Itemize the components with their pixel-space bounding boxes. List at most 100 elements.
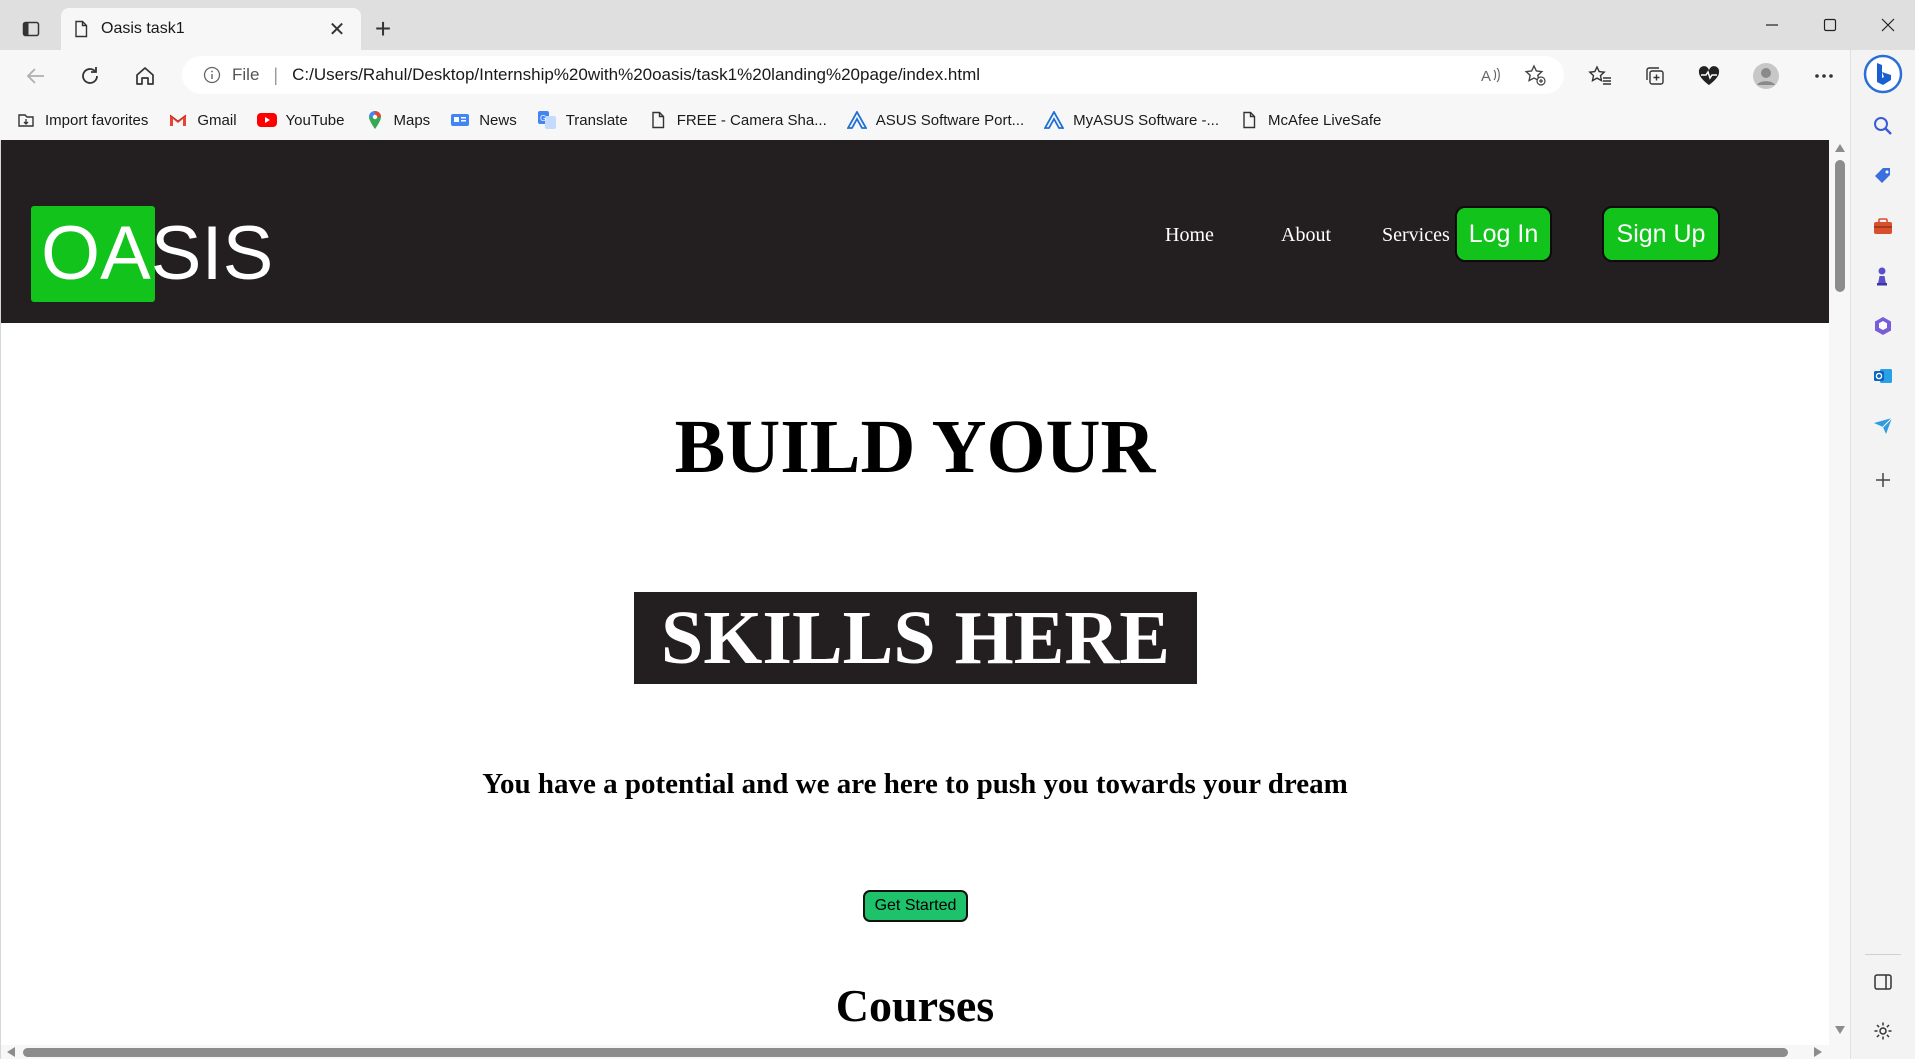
favorite-label: McAfee LiveSafe: [1268, 111, 1382, 129]
sidebar-search-button[interactable]: [1863, 106, 1903, 146]
minimize-button[interactable]: [1744, 8, 1800, 42]
hero-heading-highlight: SKILLS HERE: [634, 592, 1197, 684]
import-favorites-icon: [16, 110, 36, 130]
scroll-right-arrow[interactable]: [1814, 1047, 1822, 1057]
hero-tagline: You have a potential and we are here to …: [482, 768, 1348, 800]
refresh-button[interactable]: [72, 58, 108, 94]
favorite-myasus-software[interactable]: MyASUS Software -...: [1044, 110, 1219, 130]
url-text[interactable]: C:/Users/Rahul/Desktop/Internship%20with…: [292, 65, 980, 85]
page-viewport: OASIS Home About Services Log In Sign Up…: [0, 140, 1850, 1059]
sidebar-games-button[interactable]: [1863, 256, 1903, 296]
sidebar-divider: [1865, 954, 1901, 955]
login-button[interactable]: Log In: [1455, 206, 1552, 262]
hero-heading-line-1: BUILD YOUR: [674, 405, 1156, 489]
favorites-icon: [1588, 65, 1611, 85]
favorite-asus-software-port[interactable]: ASUS Software Port...: [846, 110, 1025, 130]
sidebar-shopping-button[interactable]: [1863, 156, 1903, 196]
browser-essentials-button[interactable]: [1691, 58, 1727, 94]
vertical-scroll-thumb[interactable]: [1835, 160, 1845, 292]
tab-strip: Oasis task1 ✕ +: [0, 0, 1915, 50]
site-header: OASIS Home About Services Log In Sign Up: [1, 140, 1829, 323]
get-started-button[interactable]: Get Started: [863, 890, 968, 922]
site-logo[interactable]: OASIS: [41, 206, 273, 302]
favorite-gmail[interactable]: Gmail: [168, 110, 237, 130]
favorites-button[interactable]: [1582, 58, 1618, 94]
svg-text:A: A: [1481, 68, 1491, 85]
maps-icon: [365, 110, 385, 130]
refresh-icon: [82, 67, 98, 84]
sidebar-settings-button[interactable]: [1863, 1011, 1903, 1051]
settings-more-button[interactable]: [1806, 58, 1842, 94]
avatar-icon: [1753, 63, 1779, 89]
sidebar-add-button[interactable]: [1863, 460, 1903, 500]
favorite-label: Translate: [565, 111, 628, 129]
horizontal-scroll-thumb[interactable]: [23, 1048, 1788, 1057]
asus-icon: [846, 110, 867, 130]
youtube-icon: [256, 110, 277, 130]
favorite-translate[interactable]: G Translate: [537, 110, 628, 130]
favorite-import-favorites[interactable]: Import favorites: [16, 110, 148, 130]
favorite-label: MyASUS Software -...: [1073, 111, 1219, 129]
asus-icon: [1044, 110, 1065, 130]
edge-sidebar: [1850, 50, 1915, 1059]
browser-tab[interactable]: Oasis task1 ✕: [61, 8, 361, 50]
favorite-label: News: [479, 111, 517, 129]
collections-icon: [1646, 67, 1664, 85]
read-aloud-button[interactable]: A: [1474, 58, 1508, 92]
sidebar-send-button[interactable]: [1863, 406, 1903, 446]
home-button[interactable]: [127, 58, 163, 94]
favorite-maps[interactable]: Maps: [365, 110, 431, 130]
favorite-free-camera-sha[interactable]: FREE - Camera Sha...: [648, 110, 827, 130]
close-window-button[interactable]: [1860, 8, 1915, 42]
add-favorite-button[interactable]: [1518, 58, 1552, 92]
favorite-label: YouTube: [285, 111, 345, 129]
favorites-bar: Import favorites Gmail YouTube Maps News G Tra…: [0, 100, 1850, 140]
scroll-left-arrow[interactable]: [7, 1047, 15, 1057]
sidebar-tools-button[interactable]: [1863, 206, 1903, 246]
favorite-mcafee-livesafe[interactable]: McAfee LiveSafe: [1239, 110, 1381, 130]
sidebar-office-button[interactable]: [1863, 306, 1903, 346]
profile-button[interactable]: [1748, 58, 1784, 94]
office-icon: [1875, 317, 1891, 335]
scroll-down-arrow[interactable]: [1835, 1026, 1845, 1034]
maximize-button[interactable]: [1802, 8, 1858, 42]
bing-chat-button[interactable]: [1863, 54, 1903, 94]
news-icon: [450, 110, 470, 130]
bing-copilot-icon: [1863, 54, 1903, 94]
more-icon: [1815, 74, 1833, 78]
favorite-label: Gmail: [197, 111, 237, 129]
nav-services-link[interactable]: Services: [1382, 224, 1450, 247]
favorite-label: ASUS Software Port...: [875, 111, 1025, 129]
tab-actions-icon: [22, 21, 40, 37]
sidebar-outlook-button[interactable]: [1863, 356, 1903, 396]
favorite-youtube[interactable]: YouTube: [256, 110, 345, 130]
panel-icon: [1874, 974, 1892, 990]
back-button[interactable]: [18, 58, 54, 94]
favorite-label: Maps: [393, 111, 431, 129]
signup-button[interactable]: Sign Up: [1602, 206, 1720, 262]
nav-home-link[interactable]: Home: [1165, 224, 1214, 247]
favorite-news[interactable]: News: [450, 110, 517, 130]
scroll-up-arrow[interactable]: [1835, 144, 1845, 152]
toolbox-icon: [1874, 218, 1892, 234]
new-tab-button[interactable]: +: [368, 13, 398, 44]
collections-button[interactable]: [1637, 58, 1673, 94]
horizontal-scrollbar[interactable]: [1, 1045, 1829, 1059]
browser-toolbar: File | C:/Users/Rahul/Desktop/Internship…: [0, 50, 1915, 100]
info-icon[interactable]: [202, 65, 222, 85]
tab-close-icon[interactable]: ✕: [325, 17, 349, 41]
page-icon: [1239, 110, 1259, 130]
address-bar[interactable]: File | C:/Users/Rahul/Desktop/Internship…: [182, 56, 1564, 94]
maximize-icon: [1823, 18, 1837, 32]
read-aloud-icon: A: [1481, 67, 1500, 85]
nav-about-link[interactable]: About: [1281, 224, 1331, 247]
page-icon: [648, 110, 668, 130]
vertical-scrollbar[interactable]: [1829, 140, 1850, 1045]
scheme-label: File: [232, 65, 260, 84]
sidebar-toggle-button[interactable]: [1863, 962, 1903, 1002]
tab-actions-button[interactable]: [14, 12, 48, 46]
paper-plane-icon: [1874, 417, 1893, 434]
heart-pulse-icon: [1698, 66, 1720, 85]
address-separator: |: [273, 64, 279, 85]
page-icon: [75, 20, 88, 38]
